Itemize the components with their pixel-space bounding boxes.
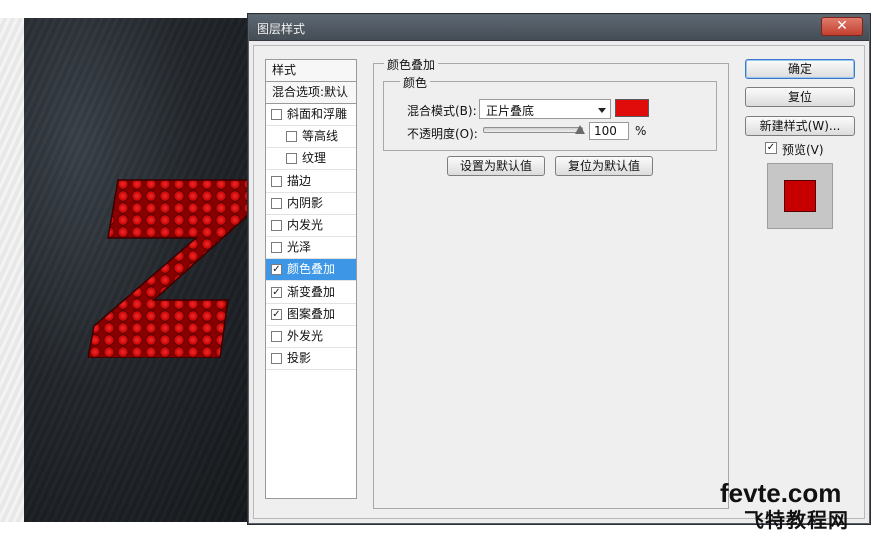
style-item[interactable]: ✓ 颜色叠加 — [266, 259, 356, 282]
style-item-label: 光泽 — [287, 240, 312, 255]
style-item-label: 等高线 — [302, 129, 339, 144]
style-item-checkbox[interactable]: ✓ — [271, 286, 282, 298]
dialog-title: 图层样式 — [257, 22, 306, 36]
style-item[interactable]: 投影 — [266, 348, 356, 371]
style-item[interactable]: 斜面和浮雕 — [266, 104, 356, 126]
style-item-checkbox[interactable] — [271, 175, 282, 187]
checkmark-icon: ✓ — [272, 264, 281, 276]
opacity-label: 不透明度(O): — [407, 127, 478, 141]
checkmark-icon: ✓ — [272, 308, 281, 320]
style-item[interactable]: 等高线 — [266, 126, 356, 149]
style-item-checkbox[interactable] — [271, 109, 282, 120]
style-item[interactable]: 描边 — [266, 171, 356, 193]
style-item-checkbox[interactable] — [271, 220, 282, 231]
style-item-checkbox[interactable] — [271, 242, 282, 254]
checkmark-icon: ✓ — [766, 142, 776, 153]
style-item-checkbox[interactable]: ✓ — [271, 264, 282, 276]
style-preview — [767, 163, 833, 229]
chevron-down-icon — [598, 108, 606, 113]
title-bar[interactable]: 图层样式 ✕ — [249, 15, 869, 41]
blend-mode-value: 正片叠底 — [486, 104, 535, 118]
style-item-checkbox[interactable] — [286, 153, 297, 165]
style-list-header[interactable]: 样式 — [266, 60, 356, 82]
style-list: 样式 混合选项:默认 斜面和浮雕等高线纹理描边内阴影内发光光泽 ✓ 颜色叠加 ✓ 渐变叠… — [265, 59, 357, 499]
watermark: fevte.com 飞特教程网 — [718, 478, 878, 532]
style-item-label: 内发光 — [287, 218, 324, 232]
style-item-label: 外发光 — [287, 329, 324, 343]
overlay-color-swatch[interactable] — [615, 99, 649, 117]
layer-style-dialog: 图层样式 ✕ 样式 混合选项:默认 斜面和浮雕等高线纹理描边内阴影内发光光泽 ✓ 颜… — [248, 14, 870, 524]
reset-default-button[interactable]: 复位为默认值 — [555, 156, 653, 176]
style-item[interactable]: 纹理 — [266, 148, 356, 171]
style-item[interactable]: 内阴影 — [266, 193, 356, 215]
style-item-checkbox[interactable] — [286, 131, 297, 143]
ok-button[interactable]: 确定 — [745, 59, 855, 79]
style-item-label: 内阴影 — [287, 195, 324, 210]
watermark-site-name: 飞特教程网 — [744, 508, 849, 532]
close-button[interactable]: ✕ — [821, 17, 863, 36]
style-item-checkbox[interactable]: ✓ — [271, 308, 282, 320]
style-item-checkbox[interactable] — [271, 353, 282, 365]
style-item-label: 纹理 — [302, 151, 327, 166]
opacity-slider-handle[interactable] — [575, 125, 585, 134]
style-item-label: 渐变叠加 — [287, 284, 336, 299]
blend-mode-select[interactable]: 正片叠底 — [479, 99, 611, 119]
blend-options-item[interactable]: 混合选项:默认 — [266, 82, 356, 104]
canvas-letter-z — [88, 179, 257, 358]
style-item-label: 图案叠加 — [287, 306, 336, 321]
blend-mode-label: 混合模式(B): — [407, 104, 477, 118]
preview-swatch — [784, 180, 816, 212]
style-item-label: 颜色叠加 — [287, 262, 336, 277]
set-default-button[interactable]: 设置为默认值 — [447, 156, 545, 176]
color-subgroup-title: 颜色 — [400, 74, 431, 91]
preview-label: 预览(V) — [782, 143, 824, 157]
opacity-unit: % — [635, 124, 647, 138]
reset-button[interactable]: 复位 — [745, 87, 855, 107]
style-item[interactable]: 光泽 — [266, 237, 356, 260]
opacity-slider[interactable] — [483, 127, 583, 133]
style-item-checkbox[interactable] — [271, 331, 282, 342]
opacity-input[interactable]: 100 — [589, 122, 629, 140]
style-item-label: 斜面和浮雕 — [287, 107, 348, 121]
style-item-checkbox[interactable] — [271, 197, 282, 209]
style-item-label: 投影 — [287, 351, 312, 366]
style-item[interactable]: ✓ 图案叠加 — [266, 304, 356, 326]
style-item-label: 描边 — [287, 173, 312, 188]
style-item[interactable]: ✓ 渐变叠加 — [266, 282, 356, 304]
style-item[interactable]: 内发光 — [266, 215, 356, 237]
checkmark-icon: ✓ — [272, 286, 281, 298]
color-overlay-title: 颜色叠加 — [384, 56, 439, 73]
style-item[interactable]: 外发光 — [266, 326, 356, 348]
new-style-button[interactable]: 新建样式(W)... — [745, 116, 855, 136]
preview-checkbox[interactable]: ✓ — [765, 142, 777, 154]
